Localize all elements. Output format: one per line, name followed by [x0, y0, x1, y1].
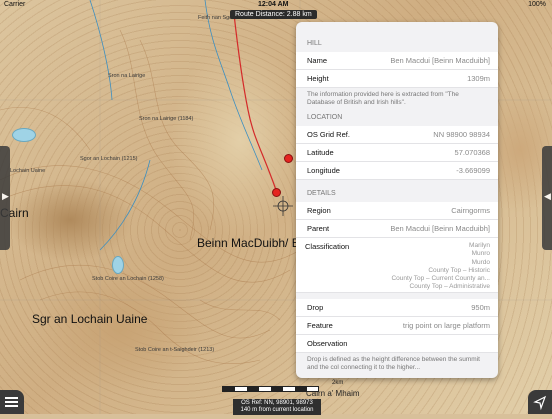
menu-icon [5, 397, 18, 399]
map-pin-icon[interactable] [272, 188, 281, 197]
info-row: Feature trig point on large platform [296, 317, 498, 335]
battery-indicator: 100% [528, 1, 546, 8]
left-drawer-handle[interactable]: ▶ [0, 146, 10, 250]
map-label: Sgr an Lochain Uaine [32, 312, 148, 326]
classification-row: Classification Marilyn Munro Murdo Count… [296, 238, 498, 293]
scale-bar [222, 386, 319, 392]
info-row: OS Grid Ref. NN 98900 98934 [296, 126, 498, 144]
map-label: Sron na Lairige (1184) [139, 116, 194, 122]
info-row: Drop 950m [296, 299, 498, 317]
chevron-left-icon: ◀ [544, 191, 551, 201]
section-header-details: DETAILS [307, 190, 336, 197]
route-distance-badge: Route Distance: 2.88 km [230, 10, 317, 19]
info-row: Name Ben Macdui [Beinn Macduibh] [296, 52, 498, 70]
menu-button[interactable] [0, 390, 24, 414]
info-row: Latitude 57.070368 [296, 144, 498, 162]
hill-info-panel[interactable]: HILL Name Ben Macdui [Beinn Macduibh] Hei… [296, 22, 498, 378]
drop-note: Drop is defined as the height difference… [307, 356, 480, 371]
right-drawer-handle[interactable]: ◀ [542, 146, 552, 250]
database-note: The information provided here is extract… [307, 91, 459, 106]
map-label: Sgor an Lochain (1215) [80, 156, 138, 162]
classification-list: Marilyn Munro Murdo County Top – Histori… [391, 242, 490, 291]
map-label: Stob Coire an Lochain (1258) [92, 276, 164, 282]
location-info-bar: OS Ref: NN, 98901, 98973 140 m from curr… [233, 399, 321, 415]
chevron-right-icon: ▶ [2, 191, 9, 201]
info-row: Observation [296, 335, 498, 353]
info-row: Longitude -3.669099 [296, 162, 498, 180]
locate-button[interactable] [528, 390, 552, 414]
map-label: Feith nan Sgor [198, 15, 235, 21]
route-line [233, 13, 277, 191]
map-label: Beinn MacDuibh/ Be [197, 236, 307, 250]
info-row: Height 1309m [296, 70, 498, 88]
section-header-location: LOCATION [307, 114, 343, 121]
location-arrow-icon [533, 395, 547, 411]
info-row: Region Cairngorms [296, 202, 498, 220]
section-header-hill: HILL [307, 40, 322, 47]
clock: 12:04 AM [258, 1, 289, 8]
loch-water [112, 256, 124, 274]
map-label: Stob Coire an t-Saighdeir (1213) [135, 347, 215, 353]
crosshair-icon [273, 196, 293, 216]
map-pin-icon[interactable] [284, 154, 293, 163]
loch-water [12, 128, 36, 142]
info-row: Parent Ben Macdui [Beinn Macduibh] [296, 220, 498, 238]
status-bar: Carrier 12:04 AM 100% [0, 0, 552, 10]
carrier-label: Carrier [4, 1, 26, 8]
scale-label: 2km [332, 380, 344, 386]
map-label: Lochain Uaine [10, 168, 46, 174]
map-label: Sron na Lairige [108, 73, 146, 79]
